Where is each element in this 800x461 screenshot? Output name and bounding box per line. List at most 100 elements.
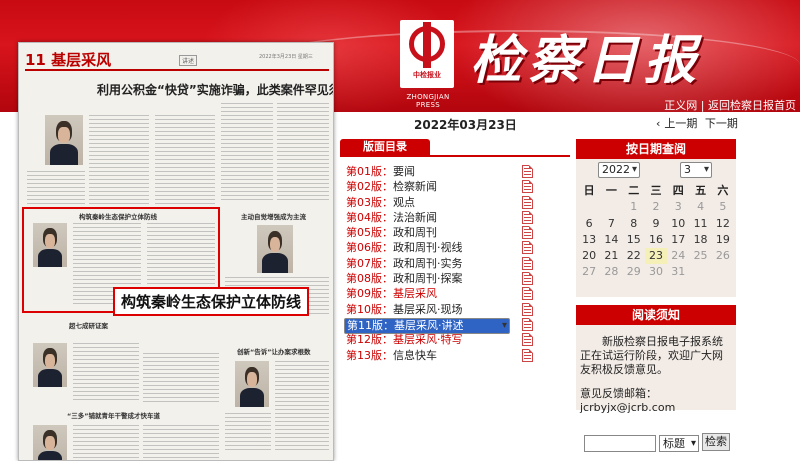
weekday-label: 六: [717, 184, 729, 197]
section-link-8[interactable]: 第08版：政和周刊·探案: [344, 271, 510, 286]
pdf-icon[interactable]: [522, 302, 533, 316]
pdf-icon[interactable]: [522, 226, 533, 240]
calendar-day: 26: [715, 249, 730, 263]
pdf-icon[interactable]: [522, 317, 533, 331]
section-link-9[interactable]: 第09版：基层采风: [344, 286, 510, 301]
section-row: 第02版：检察新闻: [344, 179, 564, 194]
section-link-5[interactable]: 第05版：政和周刊: [344, 225, 510, 240]
section-link-3[interactable]: 第03版：观点: [344, 195, 510, 210]
pdf-icon[interactable]: [522, 272, 533, 286]
calendar-day[interactable]: 10: [667, 216, 689, 232]
calendar-day[interactable]: 20: [578, 248, 600, 264]
pdf-icon[interactable]: [522, 210, 533, 224]
newspaper-page-image[interactable]: 11 基层采风 讲述 2022年3月23日 星期三 利用公积金“快贷”实施诈骗，…: [18, 42, 334, 461]
section-row: 第10版：基层采风·现场: [344, 302, 564, 317]
calendar-day[interactable]: 18: [689, 232, 711, 248]
top-links[interactable]: 正义网 | 返回检察日报首页: [664, 97, 796, 112]
issue-date: 2022年03月23日: [414, 118, 517, 132]
calendar-day[interactable]: 23: [644, 248, 668, 265]
page-tag: 讲述: [179, 55, 198, 66]
calendar-day[interactable]: 6: [578, 216, 600, 232]
calendar-day[interactable]: 21: [600, 248, 622, 264]
section-title: 政和周刊: [393, 226, 437, 240]
calendar-day[interactable]: 14: [600, 232, 622, 248]
calendar-day[interactable]: 8: [623, 216, 645, 232]
calendar-day[interactable]: 15: [623, 232, 645, 248]
calendar-day[interactable]: 9: [645, 216, 667, 232]
article-title[interactable]: 创新“告诉”让办案求根数: [237, 346, 311, 356]
section-link-2[interactable]: 第02版：检察新闻: [344, 179, 510, 194]
press-logo[interactable]: 中检报业: [400, 20, 454, 88]
article-title[interactable]: “三多”铺就青年干警成才快车道: [67, 410, 160, 420]
section-link-13[interactable]: 第13版：信息快车: [344, 348, 510, 363]
pdf-icon[interactable]: [522, 241, 533, 255]
article-title[interactable]: 超七成研证案: [69, 320, 108, 330]
section-number: 第06版：: [346, 241, 393, 255]
section-link-10[interactable]: 第10版：基层采风·现场: [344, 302, 510, 317]
section-row: 第07版：政和周刊·实务: [344, 256, 564, 271]
section-link-1[interactable]: 第01版：要闻: [344, 164, 510, 179]
section-row: 第03版：观点: [344, 195, 564, 210]
search-input[interactable]: [584, 435, 656, 452]
logo-bar-icon: [423, 22, 431, 68]
section-title: 法治新闻: [393, 210, 437, 224]
next-issue-link[interactable]: 下一期: [705, 117, 738, 130]
search-type-select[interactable]: 标题: [659, 435, 699, 452]
pdf-icon[interactable]: [522, 180, 533, 194]
calendar-day: 1: [630, 200, 638, 214]
section-link-7[interactable]: 第07版：政和周刊·实务: [344, 256, 510, 271]
month-select[interactable]: 3: [680, 162, 712, 178]
section-link-12[interactable]: 第12版：基层采风·特写: [344, 332, 510, 347]
section-row: 第05版：政和周刊: [344, 225, 564, 240]
section-title: 基层采风·特写: [393, 333, 463, 347]
logo-en-text: ZHONGJIAN PRESS: [406, 93, 450, 109]
calendar-header: 按日期查阅: [576, 139, 736, 159]
article-photo: [45, 115, 83, 165]
calendar-day[interactable]: 13: [578, 232, 600, 248]
calendar-day: 28: [604, 265, 619, 279]
prev-issue-link[interactable]: 上一期: [664, 117, 697, 130]
section-row: 第08版：政和周刊·探案: [344, 271, 564, 286]
section-number: 第02版：: [346, 180, 393, 194]
pdf-icon[interactable]: [522, 287, 533, 301]
calendar-day: 31: [671, 265, 686, 279]
article-photo: [235, 361, 269, 407]
calendar-day[interactable]: 7: [600, 216, 622, 232]
article-photo: [33, 343, 67, 387]
section-number: 第10版：: [346, 302, 393, 316]
pdf-icon[interactable]: [522, 195, 533, 209]
calendar-selects: 2022 3: [576, 161, 736, 181]
calendar-day[interactable]: 11: [689, 216, 711, 232]
prev-issue-icon[interactable]: ‹: [656, 117, 660, 130]
pdf-icon[interactable]: [522, 165, 533, 178]
section-number: 第11版：: [347, 318, 394, 332]
lead-headline[interactable]: 利用公积金“快贷”实施诈骗，此类案件罕见须警惕!: [97, 81, 333, 98]
calendar-day[interactable]: 19: [712, 232, 734, 248]
text-column: [73, 343, 139, 403]
page-masthead: 11 基层采风: [25, 51, 112, 69]
calendar-day[interactable]: 17: [667, 232, 689, 248]
year-select[interactable]: 2022: [598, 162, 640, 178]
calendar-day[interactable]: 12: [712, 216, 734, 232]
section-link-6[interactable]: 第06版：政和周刊·视线: [344, 240, 510, 255]
weekday-label: 五: [695, 184, 707, 197]
search-button[interactable]: 检索: [702, 433, 730, 451]
calendar-day[interactable]: 16: [645, 232, 667, 248]
article-title[interactable]: 主动自觉增强成为主流: [241, 211, 306, 221]
section-list-rule: [340, 155, 570, 157]
section-title: 基层采风: [393, 287, 437, 301]
section-row: 第11版：基层采风·讲述: [344, 317, 564, 334]
article-photo: [33, 425, 67, 460]
calendar-day[interactable]: 22: [623, 248, 645, 264]
calendar-day: 29: [626, 265, 641, 279]
pdf-icon[interactable]: [522, 256, 533, 270]
section-number: 第05版：: [346, 226, 393, 240]
pdf-icon[interactable]: [522, 333, 533, 347]
text-column: [221, 103, 273, 203]
section-title: 基层采风·现场: [393, 302, 463, 316]
section-link-4[interactable]: 第04版：法治新闻: [344, 210, 510, 225]
section-row: 第13版：信息快车: [344, 348, 564, 363]
pdf-icon[interactable]: [522, 348, 533, 362]
section-title: 信息快车: [393, 348, 437, 362]
article-callout[interactable]: 构筑秦岭生态保护立体防线: [113, 287, 310, 316]
